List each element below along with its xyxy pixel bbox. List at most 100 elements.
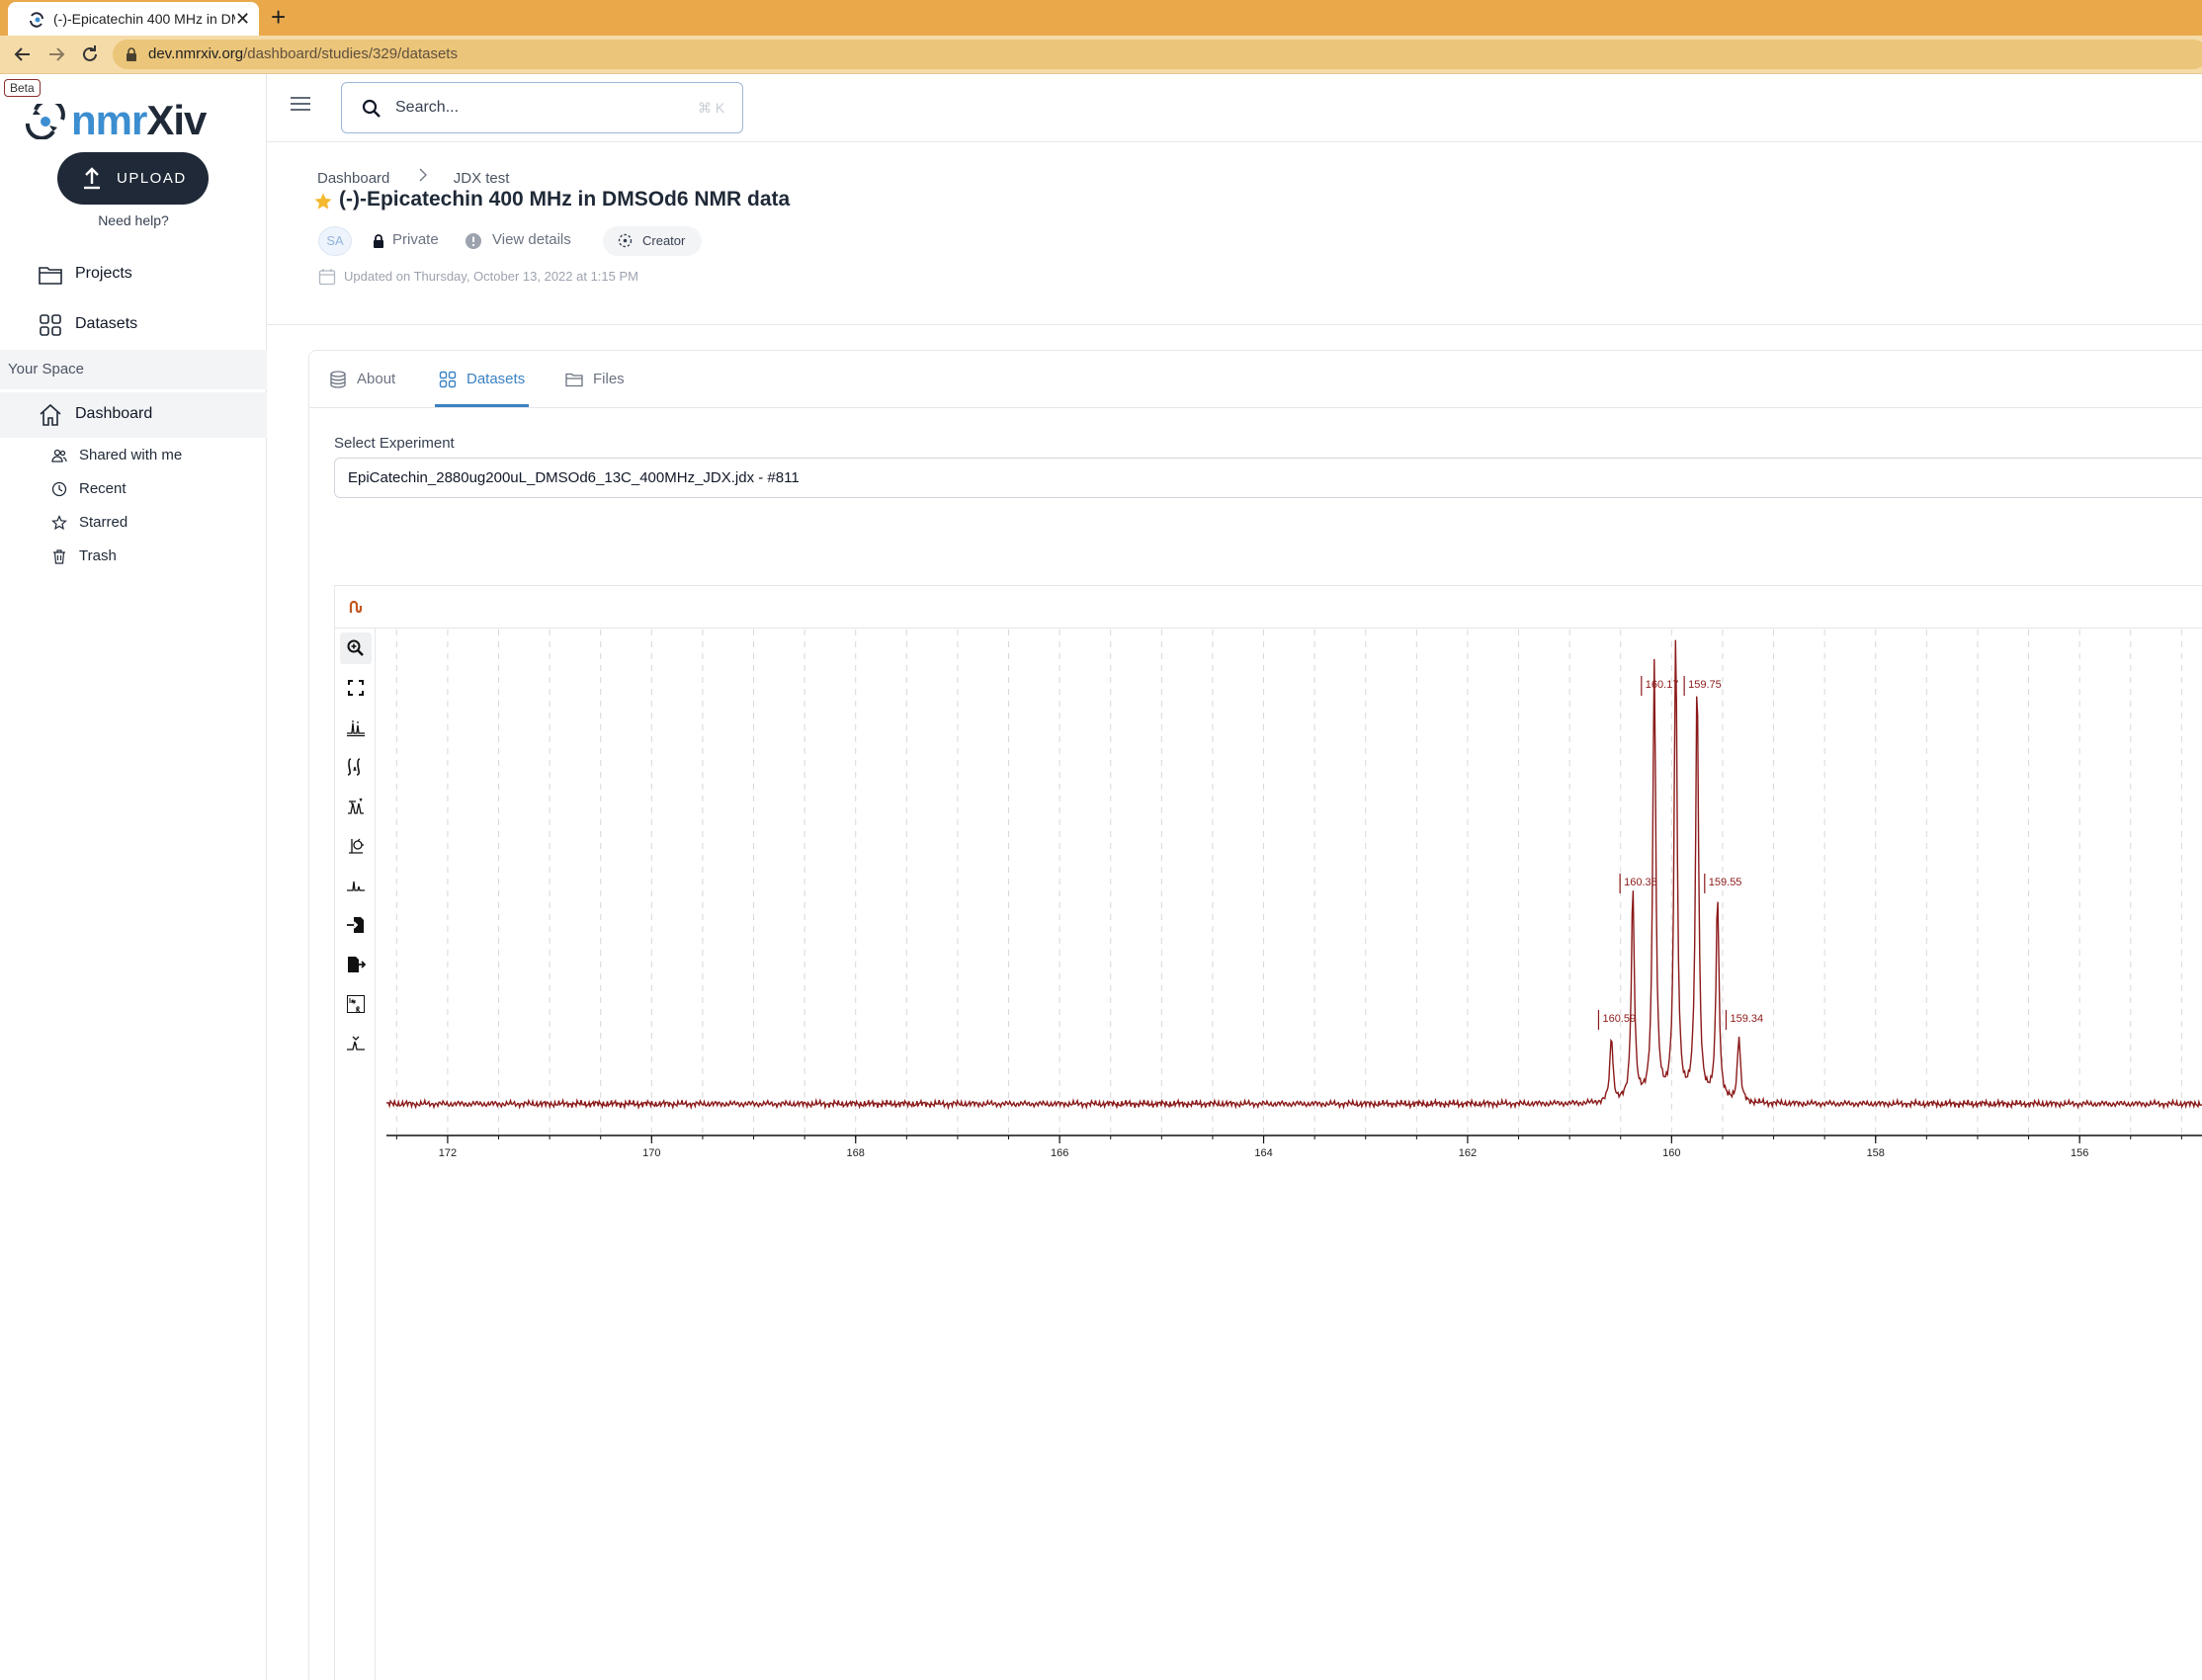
section-title: Your Space xyxy=(8,361,85,378)
sidebar: Beta nmrXiv UPLOAD Need help? Projects D… xyxy=(0,74,267,1680)
peak-label: 160.38 xyxy=(1624,877,1657,888)
users-icon xyxy=(51,449,67,462)
lock-icon xyxy=(374,234,383,248)
view-details-link[interactable]: View details xyxy=(492,231,571,248)
your-space-heading: Your Space xyxy=(0,350,267,389)
x-tick-label: 172 xyxy=(439,1147,457,1159)
peak-label: 160.59 xyxy=(1602,1013,1636,1025)
sidebar-item-projects[interactable]: Projects xyxy=(0,252,267,297)
baseline-tool[interactable] xyxy=(340,870,372,901)
tab-label: Datasets xyxy=(466,371,526,387)
x-tick-label: 168 xyxy=(847,1147,865,1159)
experiment-select[interactable]: EpiCatechin_2880ug200uL_DMSOd6_13C_400MH… xyxy=(334,458,2202,498)
integral-tool[interactable] xyxy=(340,751,372,783)
x-tick-label: 170 xyxy=(642,1147,660,1159)
close-tab-icon[interactable]: ✕ xyxy=(235,8,250,30)
search-input[interactable] xyxy=(395,97,682,119)
sidebar-item-label: Dashboard xyxy=(75,405,153,422)
new-tab-icon[interactable]: + xyxy=(271,3,286,31)
forward-icon[interactable] xyxy=(43,42,69,67)
x-tick-label: 156 xyxy=(2071,1147,2088,1159)
x-tick-label: 166 xyxy=(1051,1147,1068,1159)
logo-xiv: Xiv xyxy=(146,97,207,143)
x-tick-label: 164 xyxy=(1254,1147,1272,1159)
star-outline-icon xyxy=(51,515,67,531)
sidebar-item-shared[interactable]: Shared with me xyxy=(0,440,267,471)
avatar[interactable]: SA xyxy=(318,226,352,256)
sidebar-item-recent[interactable]: Recent xyxy=(0,473,267,505)
sidebar-item-starred[interactable]: Starred xyxy=(0,507,267,539)
url-text: dev.nmrxiv.org/dashboard/studies/329/dat… xyxy=(148,45,458,62)
phase-correction-tool[interactable] xyxy=(340,830,372,862)
address-bar[interactable]: dev.nmrxiv.org/dashboard/studies/329/dat… xyxy=(113,40,2202,69)
exclusion-zone-tool[interactable] xyxy=(340,1028,372,1059)
creator-icon xyxy=(618,233,633,248)
top-bar: ⌘ K xyxy=(267,74,2202,142)
logo-nmr: nmr xyxy=(71,97,147,143)
logo-wordmark: nmrXiv xyxy=(71,97,207,143)
chevron-right-icon xyxy=(419,168,427,182)
integral-icon xyxy=(347,758,361,776)
breadcrumb: Dashboard JDX test xyxy=(317,168,509,187)
role-label: Creator xyxy=(642,233,686,248)
spectrum-trace xyxy=(386,639,2202,1111)
search-icon xyxy=(362,99,381,118)
phase-correction-icon xyxy=(349,838,364,854)
export-tool[interactable] xyxy=(340,949,372,980)
viewer-toolbar xyxy=(335,629,376,1680)
real-imaginary-tool[interactable] xyxy=(340,988,372,1020)
breadcrumb-dashboard[interactable]: Dashboard xyxy=(317,170,389,187)
real-imaginary-icon xyxy=(347,995,365,1013)
peak-picking-tool[interactable] xyxy=(340,712,372,743)
sidebar-item-datasets[interactable]: Datasets xyxy=(0,302,267,348)
upload-icon xyxy=(84,167,100,190)
grid-icon xyxy=(439,371,457,388)
sidebar-item-label: Projects xyxy=(75,265,132,282)
updated-timestamp: Updated on Thursday, October 13, 2022 at… xyxy=(344,269,638,284)
hamburger-menu-icon[interactable] xyxy=(291,96,310,112)
x-tick-label: 162 xyxy=(1459,1147,1477,1159)
x-tick-label: 158 xyxy=(1867,1147,1885,1159)
zoom-in-icon xyxy=(347,639,364,656)
nmrium-logo-icon xyxy=(349,600,363,614)
header-divider xyxy=(267,324,2202,325)
star-filled-icon[interactable] xyxy=(313,192,333,211)
sidebar-item-label: Recent xyxy=(79,480,127,497)
url-domain: dev.nmrxiv.org xyxy=(148,45,244,62)
sidebar-item-label: Trash xyxy=(79,547,117,564)
tab-label: About xyxy=(357,371,396,387)
reload-icon[interactable] xyxy=(77,42,103,67)
tabs-divider xyxy=(308,407,2202,408)
tab-label: Files xyxy=(593,371,625,387)
exclusion-zone-icon xyxy=(347,1036,365,1050)
sidebar-item-label: Starred xyxy=(79,514,128,531)
need-help-link[interactable]: Need help? xyxy=(0,212,267,228)
search-box[interactable]: ⌘ K xyxy=(341,82,743,133)
nmrxiv-logo[interactable]: nmrXiv xyxy=(24,96,221,145)
multiplet-icon xyxy=(348,798,364,814)
fullscreen-tool[interactable] xyxy=(340,672,372,704)
browser-toolbar: dev.nmrxiv.org/dashboard/studies/329/dat… xyxy=(0,36,2202,73)
upload-label: UPLOAD xyxy=(117,170,187,187)
browser-tab[interactable]: (-)-Epicatechin 400 MHz in DMSO ✕ xyxy=(8,2,259,36)
sidebar-item-trash[interactable]: Trash xyxy=(0,541,267,572)
upload-button[interactable]: UPLOAD xyxy=(57,152,209,205)
breadcrumb-project[interactable]: JDX test xyxy=(454,170,510,187)
sidebar-item-label: Shared with me xyxy=(79,447,183,463)
spectrum-chart[interactable]: 160.59 160.38 160.17 159.75 159.55 159.34 172 1… xyxy=(377,630,2202,1680)
experiment-label: Select Experiment xyxy=(334,435,455,452)
tab-title: (-)-Epicatechin 400 MHz in DMSO xyxy=(53,11,235,27)
multiplet-tool[interactable] xyxy=(340,791,372,822)
home-icon xyxy=(40,403,61,426)
fullscreen-icon xyxy=(348,680,364,696)
back-icon[interactable] xyxy=(10,42,36,67)
import-icon xyxy=(347,917,364,933)
import-tool[interactable] xyxy=(340,909,372,941)
nmrxiv-logo-icon xyxy=(26,104,65,139)
page-title: (-)-Epicatechin 400 MHz in DMSOd6 NMR da… xyxy=(339,188,791,210)
zoom-tool[interactable] xyxy=(340,632,372,664)
sidebar-item-label: Datasets xyxy=(75,315,138,332)
folder-icon xyxy=(565,373,583,387)
sidebar-item-dashboard[interactable]: Dashboard xyxy=(0,392,267,438)
x-tick-label: 160 xyxy=(1662,1147,1680,1159)
